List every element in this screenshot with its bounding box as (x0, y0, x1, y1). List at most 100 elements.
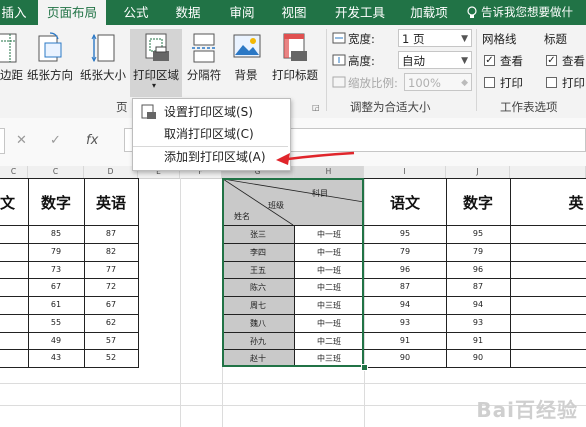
table-row-border (364, 331, 586, 333)
print-area-button[interactable]: 打印区域 ▾ (130, 29, 182, 97)
print-area-menu: 设置打印区域(S) 取消打印区域(C) 添加到打印区域(A) (132, 98, 291, 171)
gridlines-label: 网格线 (482, 32, 517, 46)
menu-item-clear-print-area[interactable]: 取消打印区域(C) (133, 123, 288, 145)
size-button[interactable]: 纸张大小 (78, 29, 128, 89)
menu-item-add-to-print-area[interactable]: 添加到打印区域(A) (133, 146, 288, 164)
breaks-label: 分隔符 (186, 68, 222, 82)
margins-label: 边距 (0, 68, 23, 82)
table-row-border (0, 260, 139, 262)
margins-button[interactable]: 边距 (0, 29, 23, 89)
table-cell-math: 96 (472, 264, 484, 274)
gridlines-view-label: 查看 (500, 54, 523, 68)
enter-icon[interactable]: ✓ (50, 133, 61, 148)
table-row-border (0, 296, 139, 297)
size-label: 纸张大小 (80, 68, 126, 82)
print-area-icon (145, 33, 169, 61)
column-header-c[interactable]: C (28, 166, 84, 178)
table-cell-chinese: 96 (399, 264, 411, 274)
tab-developer[interactable]: 开发工具 (330, 0, 390, 25)
right-header-chinese: 语文 (389, 194, 420, 212)
table-row-border (364, 260, 586, 262)
print-titles-icon (283, 33, 307, 61)
group-page-setup-label: 页 (116, 100, 128, 114)
set-print-area-icon (141, 104, 156, 119)
headings-print-checkbox[interactable] (546, 77, 557, 88)
left-header-math: 数字 (40, 194, 71, 212)
width-label: 宽度: (348, 32, 375, 46)
menu-item-label: 设置打印区域(S) (164, 105, 253, 119)
ribbon-page-layout: 边距 纸张方向 纸张大小 打印区域 ▾ 分隔符 背景 打印标题 页 ◲ 宽度: … (0, 25, 586, 119)
table-border (510, 178, 511, 367)
grid-line (180, 178, 181, 427)
table-cell-english: 72 (105, 282, 117, 292)
table-border (0, 367, 139, 368)
table-border (364, 367, 586, 368)
table-row-border (0, 225, 139, 226)
orientation-button[interactable]: 纸张方向 (24, 29, 76, 89)
paper-size-icon (91, 33, 115, 63)
menu-item-label: 取消打印区域(C) (164, 127, 254, 141)
tab-insert[interactable]: 插入 (0, 0, 28, 25)
background-label: 背景 (234, 68, 258, 82)
gridlines-view-checkbox[interactable]: ✓ (484, 55, 495, 66)
menu-item-set-print-area[interactable]: 设置打印区域(S) (133, 101, 288, 123)
worksheet-grid[interactable]: 85 87 79 82 73 77 67 72 61 67 55 62 49 57 43 52 文 数字 英语… (0, 178, 586, 427)
scale-input[interactable]: 100% ◆ (404, 73, 472, 91)
tab-formulas[interactable]: 公式 (116, 0, 156, 25)
background-button[interactable]: 背景 (226, 29, 266, 89)
column-header-k[interactable] (510, 166, 586, 178)
table-cell-math: 91 (472, 335, 484, 345)
scale-value: 100% (408, 76, 441, 90)
tab-page-layout[interactable]: 页面布局 (38, 0, 106, 25)
left-header-english: 英语 (95, 194, 126, 212)
table-cell-math: 90 (472, 353, 484, 363)
table-row-border (364, 278, 586, 280)
chevron-down-icon: ▼ (461, 56, 468, 66)
gridlines-print-checkbox[interactable] (484, 77, 495, 88)
table-row-border (364, 242, 586, 244)
tell-me-box[interactable]: 告诉我您想要做什 (481, 0, 573, 25)
height-value: 自动 (402, 54, 425, 68)
table-row-border (364, 313, 586, 315)
headings-print-label: 打印 (562, 76, 585, 90)
table-cell-chinese: 79 (399, 246, 411, 256)
table-cell-math: 79 (472, 246, 484, 256)
background-image-icon (233, 34, 261, 58)
breaks-button[interactable]: 分隔符 (184, 29, 224, 89)
dialog-launcher-icon[interactable]: ◲ (312, 103, 320, 112)
table-cell-chinese: 93 (399, 317, 411, 327)
headings-view-checkbox[interactable]: ✓ (546, 55, 557, 66)
gridlines-print-label: 打印 (500, 76, 523, 90)
tab-view[interactable]: 视图 (274, 0, 314, 25)
table-cell-english: 57 (105, 335, 117, 345)
print-titles-button[interactable]: 打印标题 (268, 29, 322, 89)
column-header-c[interactable]: C (0, 166, 28, 178)
group-sheet-options-label: 工作表选项 (500, 100, 558, 114)
tab-review[interactable]: 审阅 (222, 0, 262, 25)
column-header-i[interactable]: I (364, 166, 446, 178)
name-box[interactable] (0, 128, 5, 154)
spinner-icon: ◆ (461, 78, 468, 88)
table-cell-math: 93 (472, 317, 484, 327)
tab-data[interactable]: 数据 (168, 0, 208, 25)
table-cell-math: 85 (50, 229, 62, 238)
table-row-border (364, 349, 586, 351)
table-row-border (364, 225, 586, 226)
height-select[interactable]: 自动 ▼ (398, 51, 472, 69)
column-header-j[interactable]: J (446, 166, 510, 178)
insert-function-icon[interactable]: fx (86, 133, 98, 148)
table-cell-math: 61 (50, 300, 62, 309)
selection-range[interactable] (222, 178, 364, 367)
table-cell-english: 87 (105, 229, 117, 238)
height-icon (332, 54, 346, 66)
group-scale-label: 调整为合适大小 (350, 100, 431, 114)
tab-addins[interactable]: 加载项 (404, 0, 454, 25)
cancel-icon[interactable]: ✕ (16, 133, 27, 148)
table-cell-english: 77 (105, 264, 117, 274)
table-cell-english: 82 (105, 246, 117, 256)
table-cell-math: 73 (50, 264, 62, 274)
column-header-d[interactable]: D (84, 166, 138, 178)
table-cell-math: 67 (50, 282, 62, 292)
width-select[interactable]: 1 页 ▼ (398, 29, 472, 47)
fill-handle[interactable] (361, 364, 368, 371)
